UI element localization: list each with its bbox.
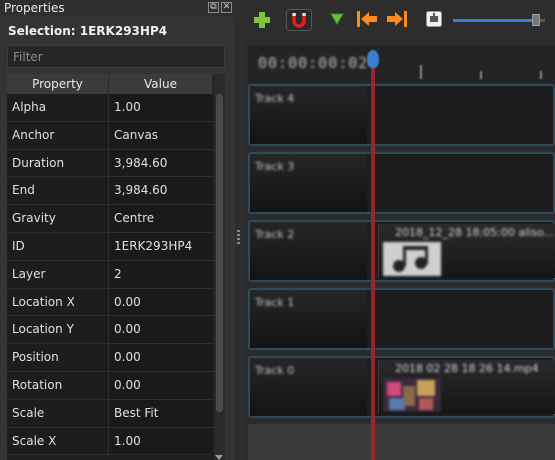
add-marker-icon[interactable] — [330, 13, 344, 25]
property-value-cell[interactable]: Centre — [109, 205, 213, 232]
center-playhead-icon[interactable] — [426, 11, 442, 27]
snap-magnet-icon[interactable] — [286, 9, 312, 31]
splitter-grip[interactable] — [237, 230, 240, 244]
table-rows: Alpha 1.00 Anchor Canvas Duration 3,984.60 End… — [7, 94, 213, 456]
property-value-cell[interactable]: 2 — [109, 260, 213, 288]
track-header[interactable]: Track 1 — [250, 290, 367, 348]
property-name-cell: Scale — [7, 399, 109, 427]
property-value-cell[interactable]: 0.00 — [109, 371, 213, 399]
track-2[interactable]: Track 2 2018_12_28 18:05:00 aliso... — [248, 220, 555, 282]
clip-title: 2018 02 28 18 26 14.mp4 — [395, 362, 539, 375]
table-row[interactable]: Rotation 0.00 — [7, 371, 213, 400]
scroll-down-icon[interactable] — [215, 455, 223, 460]
properties-panel: Properties ⧉ ✕ Selection: 1ERK293HP4 Pro… — [0, 0, 235, 460]
zoom-slider[interactable] — [453, 14, 545, 26]
property-name-cell: Position — [7, 344, 109, 371]
timeline-footer — [248, 424, 555, 460]
property-name-cell: Location X — [7, 288, 109, 316]
vertical-scrollbar[interactable] — [214, 74, 225, 460]
track-header[interactable]: Track 3 — [250, 154, 367, 212]
property-name-cell: Scale X — [7, 427, 109, 455]
property-value-cell[interactable]: Best Fit — [109, 399, 213, 427]
ruler-tick — [420, 65, 422, 79]
timeline-toolbar — [243, 0, 555, 38]
property-name-cell: Alpha — [7, 94, 109, 121]
property-name-cell: Layer — [7, 260, 109, 288]
clip-title: 2018_12_28 18:05:00 aliso... — [395, 226, 554, 239]
table-row[interactable]: ID 1ERK293HP4 — [7, 232, 213, 261]
property-name-cell: Anchor — [7, 121, 109, 149]
track-name: Track 2 — [255, 228, 295, 241]
add-track-icon[interactable] — [253, 11, 271, 29]
property-value-cell[interactable]: 1.00 — [109, 427, 213, 455]
property-name-cell: Rotation — [7, 371, 109, 399]
table-row[interactable]: Gravity Centre — [7, 205, 213, 233]
property-value-cell[interactable]: 0.00 — [109, 288, 213, 316]
track-name: Track 0 — [255, 364, 295, 377]
column-header-property[interactable]: Property — [7, 74, 109, 94]
zoom-slider-handle[interactable] — [531, 14, 540, 26]
table-row[interactable]: Layer 2 — [7, 260, 213, 289]
column-header-value[interactable]: Value — [109, 74, 213, 94]
table-row[interactable]: Alpha 1.00 — [7, 94, 213, 122]
table-row[interactable]: Scale X 1.00 — [7, 427, 213, 456]
time-ruler[interactable]: 00:00:00:02 — [248, 45, 555, 83]
music-note-icon — [383, 242, 441, 276]
playhead-handle[interactable] — [367, 50, 379, 68]
property-value-cell[interactable]: 0.00 — [109, 344, 213, 371]
property-value-cell[interactable]: 0.00 — [109, 316, 213, 344]
property-value-cell[interactable]: Canvas — [109, 121, 213, 149]
track-3[interactable]: Track 3 — [248, 152, 555, 214]
previous-marker-icon[interactable] — [356, 10, 378, 28]
property-value-cell[interactable]: 3,984.60 — [109, 177, 213, 205]
table-row[interactable]: Anchor Canvas — [7, 121, 213, 150]
property-value-cell[interactable]: 3,984.60 — [109, 149, 213, 177]
float-panel-icon[interactable]: ⧉ — [208, 2, 219, 13]
property-name-cell: ID — [7, 232, 109, 260]
audio-clip[interactable]: 2018_12_28 18:05:00 aliso... — [378, 224, 555, 278]
property-name-cell: Gravity — [7, 205, 109, 232]
track-header[interactable]: Track 2 — [250, 222, 367, 280]
track-header[interactable]: Track 0 — [250, 358, 367, 416]
table-row[interactable]: Scale Best Fit — [7, 399, 213, 428]
track-header[interactable]: Track 4 — [250, 86, 367, 144]
table-row[interactable]: Location Y 0.00 — [7, 316, 213, 345]
panel-title: Properties — [0, 0, 235, 17]
property-value-cell[interactable]: 1ERK293HP4 — [109, 232, 213, 260]
playhead-line[interactable] — [371, 52, 375, 460]
track-name: Track 4 — [255, 92, 295, 105]
zoom-slider-fill — [453, 19, 536, 22]
timeline-panel: 00:00:00:02 Track 4 Track 3 Track 2 2018… — [243, 0, 555, 460]
table-row[interactable]: Duration 3,984.60 — [7, 149, 213, 178]
ruler-tick — [480, 71, 482, 79]
property-name-cell: Duration — [7, 149, 109, 177]
filter-input[interactable] — [7, 45, 225, 68]
track-4[interactable]: Track 4 — [248, 84, 555, 146]
track-name: Track 1 — [255, 296, 295, 309]
table-header: Property Value — [7, 74, 213, 94]
panel-splitter[interactable] — [235, 0, 243, 460]
track-0[interactable]: Track 0 2018 02 28 18 26 14.mp4 — [248, 356, 555, 418]
table-row[interactable]: Location X 0.00 — [7, 288, 213, 317]
video-clip[interactable]: 2018 02 28 18 26 14.mp4 — [378, 360, 555, 414]
ruler-tick — [540, 71, 542, 79]
video-thumbnail — [383, 378, 441, 412]
scrollbar-thumb[interactable] — [216, 94, 223, 412]
timecode: 00:00:00:02 — [258, 54, 369, 72]
property-value-cell[interactable]: 1.00 — [109, 94, 213, 121]
table-row[interactable]: Position 0.00 — [7, 344, 213, 372]
property-name-cell: End — [7, 177, 109, 205]
track-1[interactable]: Track 1 — [248, 288, 555, 350]
next-marker-icon[interactable] — [386, 10, 408, 28]
close-icon[interactable]: ✕ — [221, 2, 232, 13]
properties-table[interactable]: Property Value Alpha 1.00 Anchor Canvas Dura… — [7, 74, 225, 460]
track-name: Track 3 — [255, 160, 295, 173]
property-name-cell: Location Y — [7, 316, 109, 344]
selection-label: Selection: 1ERK293HP4 — [8, 24, 168, 38]
table-row[interactable]: End 3,984.60 — [7, 177, 213, 206]
